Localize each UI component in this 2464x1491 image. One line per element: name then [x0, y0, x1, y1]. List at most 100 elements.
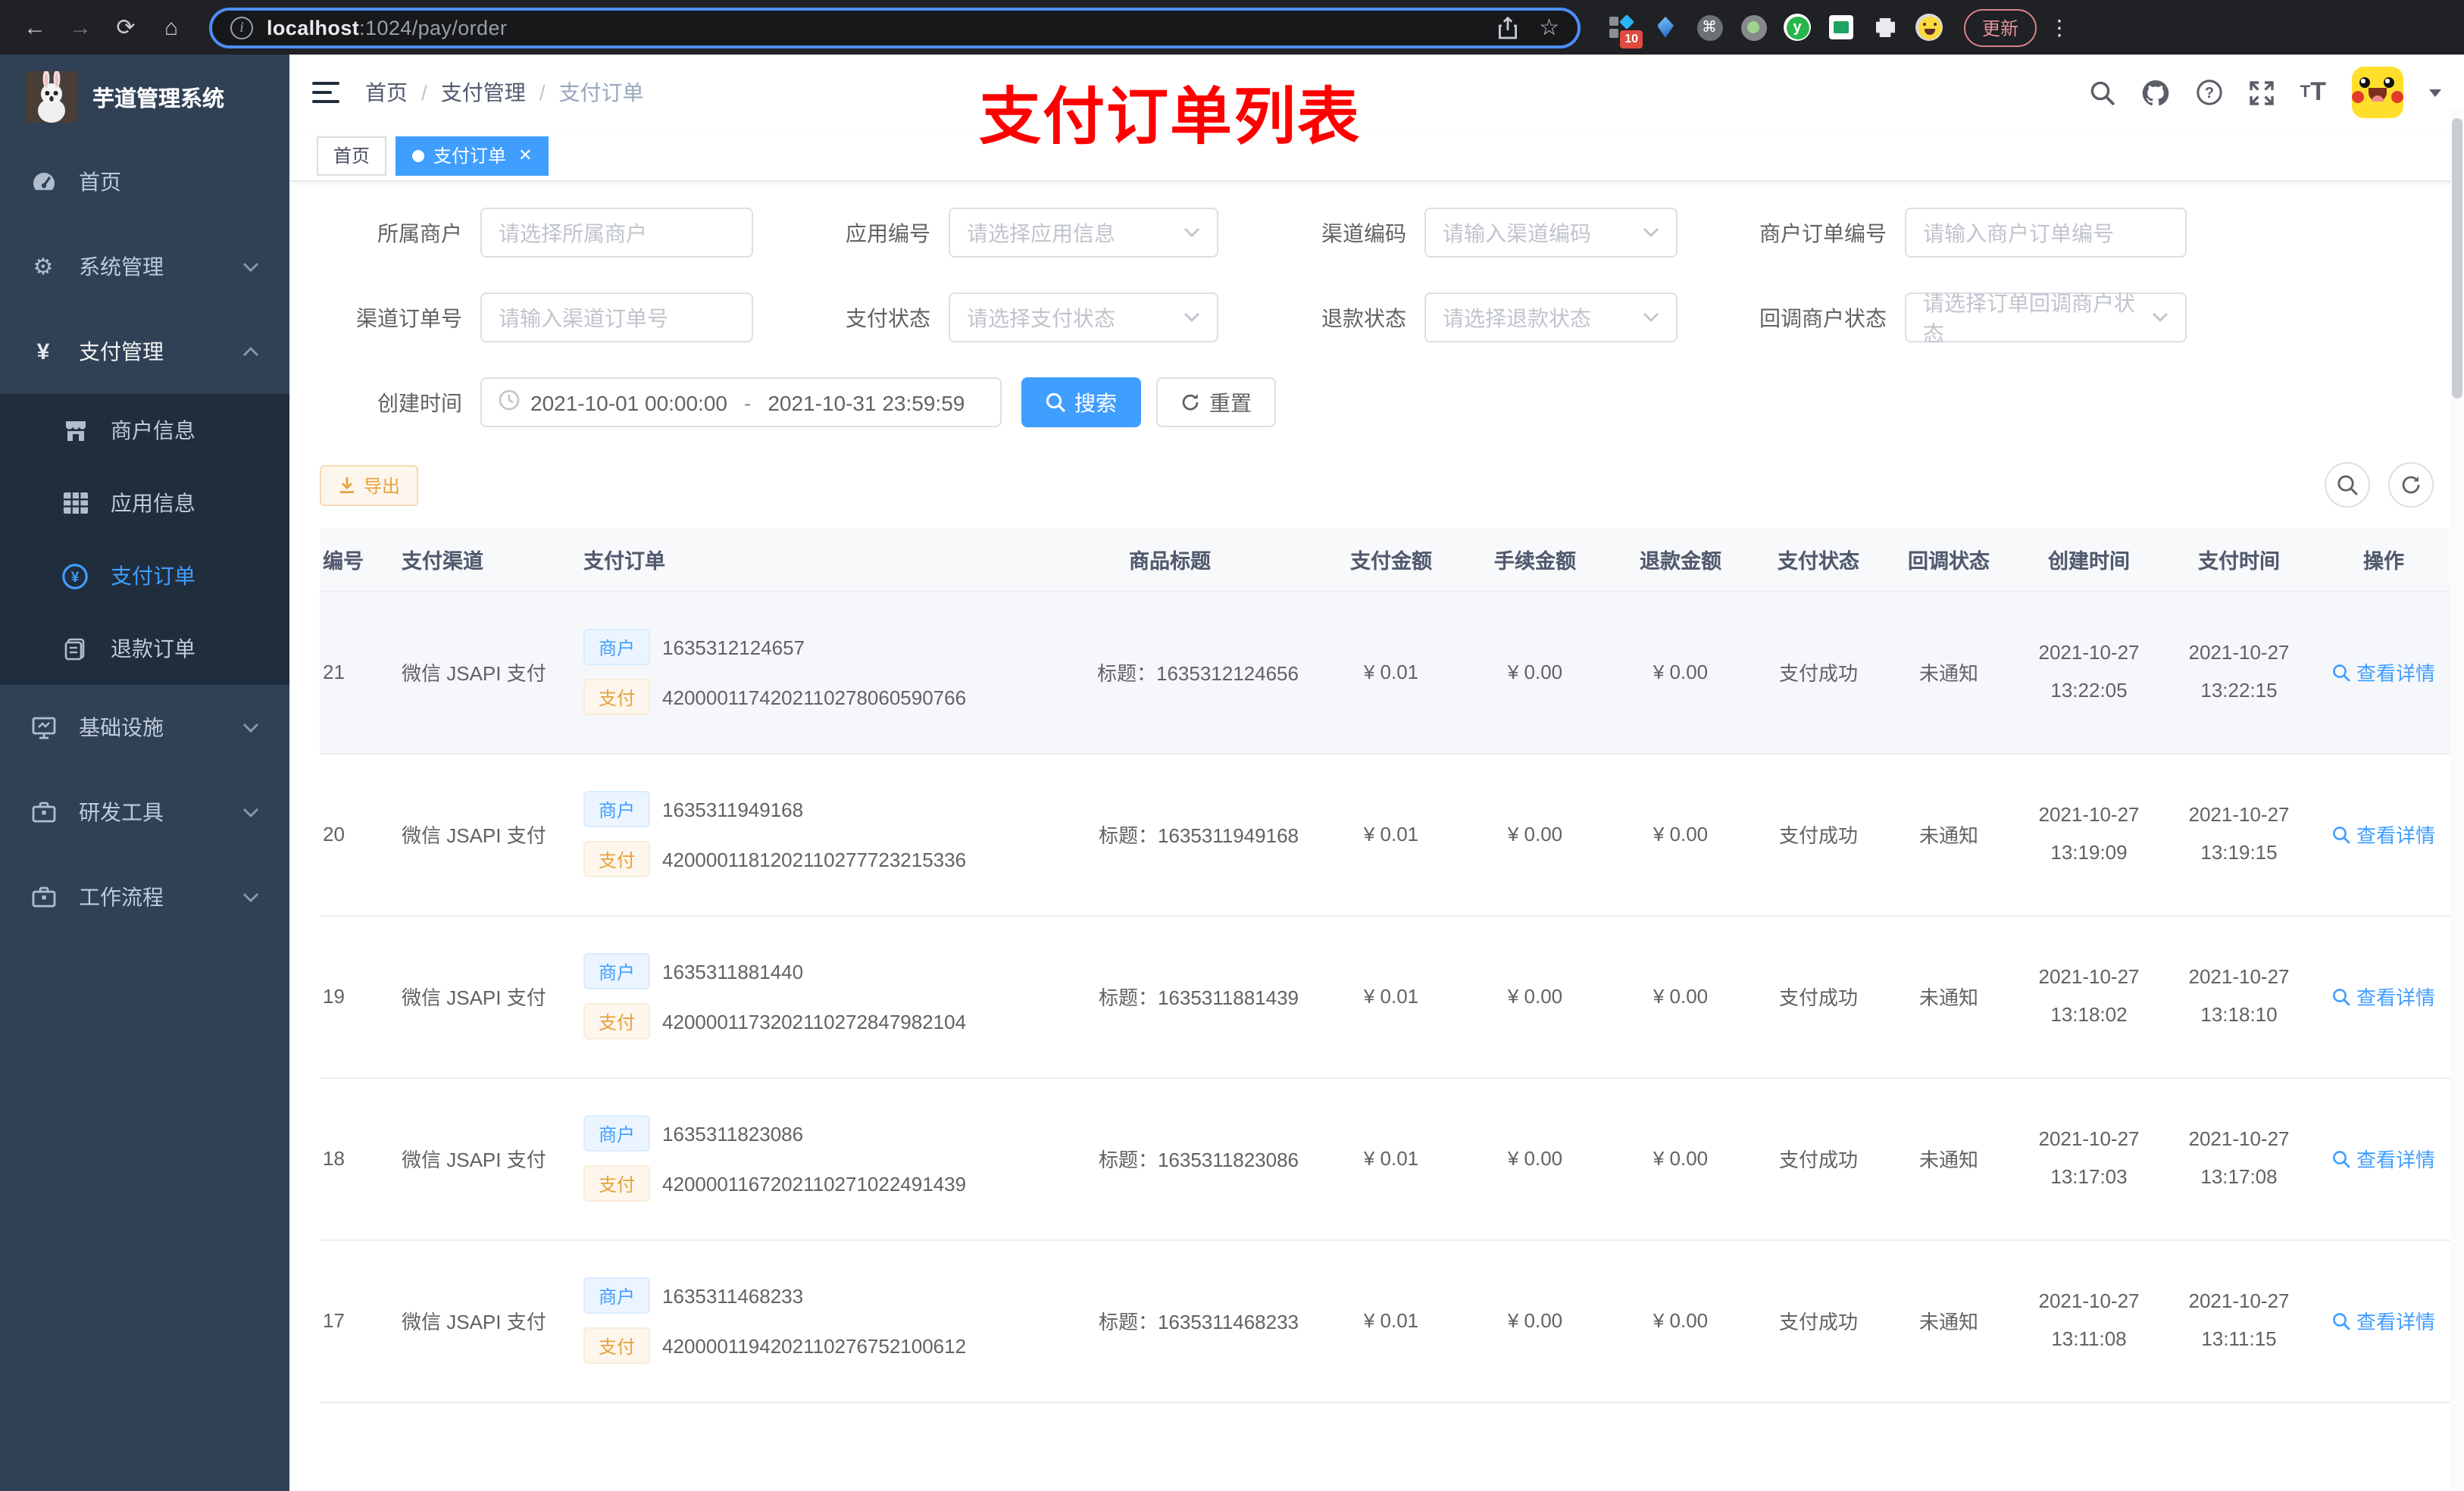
logo-image — [26, 71, 77, 123]
fullscreen-icon[interactable] — [2249, 80, 2275, 105]
page-scrollbar[interactable] — [2450, 109, 2464, 1491]
sidebar-item-home[interactable]: 首页 — [0, 139, 289, 224]
range-start[interactable]: 2021-10-01 00:00:00 — [530, 390, 727, 414]
url-text[interactable]: localhost:1024/pay/order — [267, 16, 507, 39]
chevron-down-icon — [1184, 312, 1200, 323]
gear-icon: ⚙ — [33, 255, 54, 280]
scrollbar-thumb[interactable] — [2452, 118, 2462, 399]
browser-reload-icon[interactable]: ⟳ — [106, 8, 145, 47]
search-button[interactable]: 搜索 — [1021, 377, 1141, 427]
browser-update-button[interactable]: 更新 — [1964, 8, 2037, 46]
refresh-button[interactable] — [2388, 462, 2434, 508]
table-row[interactable]: 商户1635311251796 — [320, 1402, 2453, 1491]
pay-tag: 支付 — [583, 679, 651, 715]
filter-row-3: 创建时间 2021-10-01 00:00:00 - 2021-10-31 23… — [320, 377, 2434, 427]
extension-puzzle-icon[interactable] — [1871, 14, 1899, 41]
content: 所属商户 应用编号 请选择应用信息 渠道编码 请输入渠道编码 商户订单编号 渠道… — [289, 182, 2464, 1491]
sidebar-item-merchant-info[interactable]: 商户信息 — [0, 394, 289, 467]
table-header-row: 编号 支付渠道 支付订单 商品标题 支付金额 手续金额 退款金额 支付状态 回调… — [320, 529, 2453, 592]
breadcrumb: 首页 / 支付管理 / 支付订单 — [365, 77, 644, 108]
sidebar-item-devtools[interactable]: 研发工具 — [0, 770, 289, 855]
tag-tab-home[interactable]: 首页 — [317, 136, 387, 175]
share-icon[interactable] — [1496, 16, 1518, 39]
table-row[interactable]: 21 微信 JSAPI 支付 商户 1635312124657 支付 4200001… — [320, 591, 2453, 754]
breadcrumb-home[interactable]: 首页 — [365, 77, 408, 108]
sidebar-item-workflow[interactable]: 工作流程 — [0, 855, 289, 939]
merchant-order-no-input-wrap[interactable] — [1905, 208, 2187, 258]
table-row[interactable]: 19 微信 JSAPI 支付 商户 1635311881440 支付 4200001… — [320, 915, 2453, 1078]
view-detail-link[interactable]: 查看详情 — [2332, 1144, 2435, 1173]
avatar-caret-icon[interactable] — [2429, 89, 2441, 96]
export-button[interactable]: 导出 — [320, 464, 419, 505]
range-end[interactable]: 2021-10-31 23:59:59 — [768, 390, 965, 414]
chevron-down-icon — [242, 892, 259, 902]
address-bar[interactable]: i localhost:1024/pay/order ☆ — [209, 7, 1581, 48]
extension-dot-icon[interactable] — [1740, 14, 1767, 41]
collapse-sidebar-icon[interactable] — [312, 81, 339, 104]
browser-forward-icon[interactable]: → — [61, 8, 100, 47]
yen-circle-icon: ¥ — [62, 563, 88, 589]
view-detail-link[interactable]: 查看详情 — [2332, 1306, 2435, 1335]
channel-code-select[interactable]: 请输入渠道编码 — [1424, 208, 1678, 258]
chevron-down-icon — [2152, 312, 2169, 323]
font-size-icon[interactable]: TT — [2300, 77, 2326, 108]
sidebar-item-pay[interactable]: ¥ 支付管理 — [0, 309, 289, 394]
view-detail-link[interactable]: 查看详情 — [2332, 982, 2435, 1011]
sidebar-item-system[interactable]: ⚙ 系统管理 — [0, 224, 289, 309]
browser-toolbar: ← → ⟳ ⌂ i localhost:1024/pay/order ☆ 10 … — [0, 0, 2464, 55]
extension-kite-icon[interactable] — [1652, 14, 1679, 41]
search-icon[interactable] — [2090, 80, 2115, 105]
create-time-range-picker[interactable]: 2021-10-01 00:00:00 - 2021-10-31 23:59:5… — [480, 377, 1002, 427]
merchant-input[interactable] — [499, 220, 735, 245]
extension-command-icon[interactable]: ⌘ — [1696, 14, 1723, 41]
view-detail-link[interactable]: 查看详情 — [2332, 820, 2435, 849]
browser-back-icon[interactable]: ← — [15, 8, 55, 47]
reset-button[interactable]: 重置 — [1156, 377, 1276, 427]
tag-tab-pay-order[interactable]: 支付订单 ✕ — [396, 136, 549, 175]
app-logo: 芋道管理系统 — [0, 55, 289, 139]
close-tab-icon[interactable]: ✕ — [518, 145, 532, 165]
active-dot — [412, 149, 425, 161]
github-icon[interactable] — [2141, 78, 2170, 107]
help-icon[interactable]: ? — [2196, 79, 2223, 106]
avatar[interactable] — [2352, 67, 2403, 118]
svg-text:?: ? — [2205, 85, 2214, 102]
briefcase-icon — [30, 886, 56, 908]
toggle-search-button[interactable] — [2325, 462, 2370, 508]
table-row[interactable]: 18 微信 JSAPI 支付 商户 1635311823086 支付 4200001… — [320, 1077, 2453, 1240]
table-row[interactable]: 17 微信 JSAPI 支付 商户 1635311468233 支付 4200001… — [320, 1239, 2453, 1402]
chevron-down-icon — [1184, 227, 1200, 238]
merchant-tag: 商户 — [583, 791, 651, 827]
site-info-icon[interactable]: i — [230, 16, 253, 39]
pay-status-select[interactable]: 请选择支付状态 — [949, 292, 1218, 342]
sidebar-item-app-info[interactable]: 应用信息 — [0, 467, 289, 539]
chevron-down-icon — [1643, 227, 1659, 238]
notify-status-select[interactable]: 请选择订单回调商户状态 — [1905, 290, 2187, 345]
pay-tag: 支付 — [583, 1003, 651, 1039]
page-title-annotation: 支付订单列表 — [979, 82, 1361, 152]
sidebar-item-refund-order[interactable]: 退款订单 — [0, 612, 289, 685]
pay-tag: 支付 — [583, 841, 651, 877]
app-select[interactable]: 请选择应用信息 — [949, 208, 1218, 258]
breadcrumb-pay[interactable]: 支付管理 — [441, 77, 526, 108]
browser-home-icon[interactable]: ⌂ — [152, 8, 191, 47]
sidebar-item-infra[interactable]: 基础设施 — [0, 685, 289, 770]
view-detail-link[interactable]: 查看详情 — [2332, 658, 2435, 686]
extension-grid-icon[interactable]: 10 — [1608, 14, 1643, 48]
extension-emoji-icon[interactable] — [1915, 14, 1943, 41]
extension-chat-icon[interactable] — [1828, 14, 1855, 41]
channel-order-no-input-wrap[interactable] — [480, 292, 753, 342]
sidebar-item-pay-order[interactable]: ¥ 支付订单 — [0, 539, 289, 612]
channel-order-no-input[interactable] — [499, 305, 735, 330]
table-row[interactable]: 20 微信 JSAPI 支付 商户 1635311949168 支付 4200001… — [320, 753, 2453, 916]
table-toolbar: 导出 — [320, 462, 2434, 508]
bookmark-star-icon[interactable]: ☆ — [1539, 14, 1559, 41]
extension-y-icon[interactable]: y — [1784, 14, 1811, 41]
merchant-select-input[interactable] — [480, 208, 753, 258]
filter-row-1: 所属商户 应用编号 请选择应用信息 渠道编码 请输入渠道编码 商户订单编号 — [320, 208, 2434, 258]
browser-menu-icon[interactable]: ⋮ — [2049, 14, 2070, 40]
yen-icon: ¥ — [36, 339, 50, 364]
merchant-order-no-input[interactable] — [1923, 220, 2169, 245]
navbar-actions: ? TT — [2090, 67, 2441, 118]
refund-status-select[interactable]: 请选择退款状态 — [1424, 292, 1678, 342]
